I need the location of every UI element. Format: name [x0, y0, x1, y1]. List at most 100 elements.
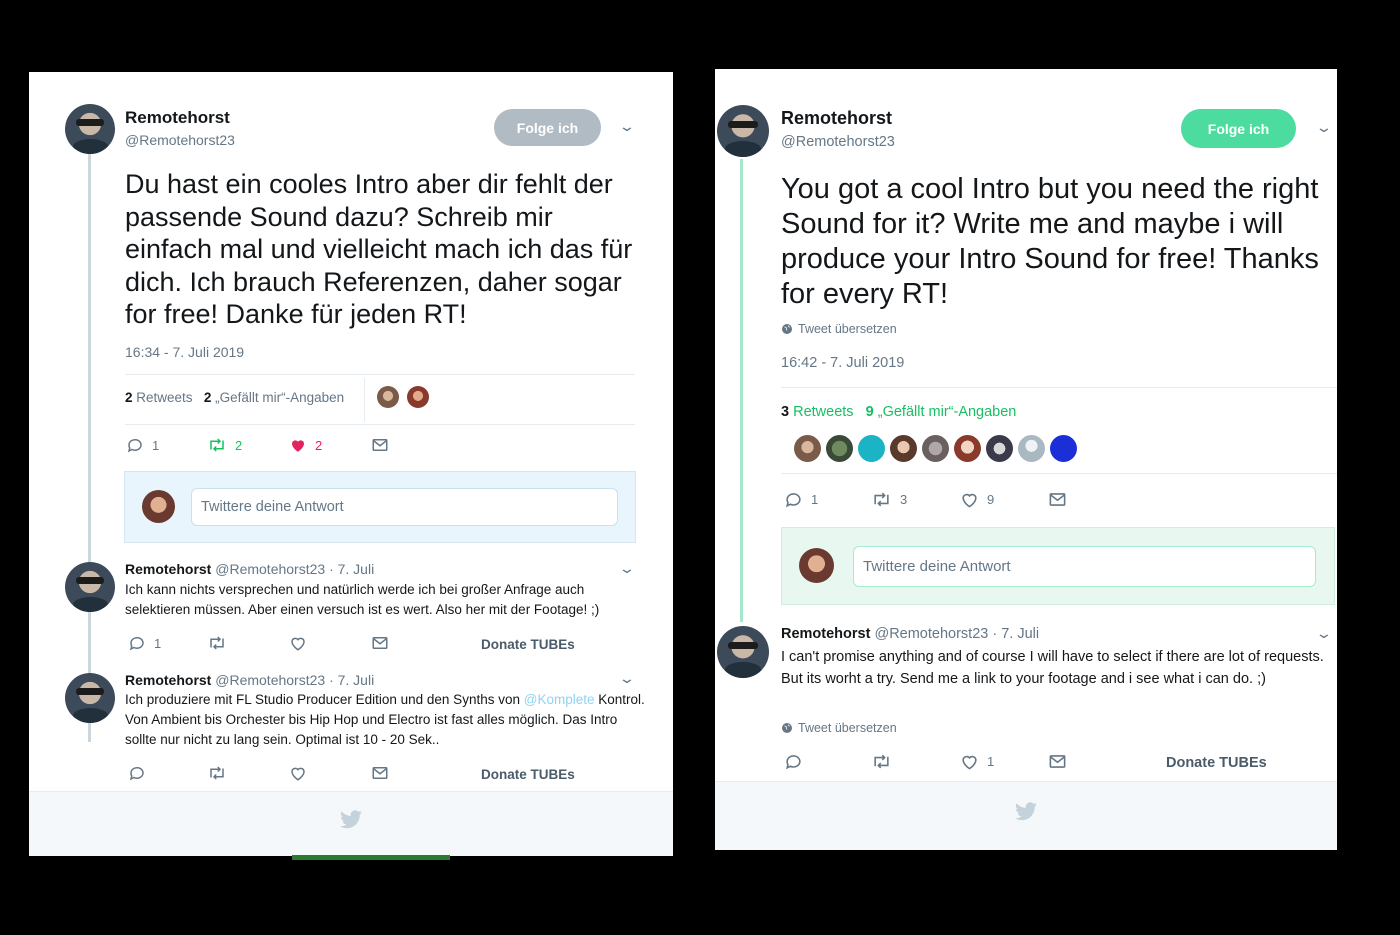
like-action[interactable] — [289, 634, 307, 652]
thread-line — [88, 150, 91, 742]
reply-icon — [785, 755, 801, 770]
heart-icon — [291, 767, 305, 781]
globe-icon — [782, 324, 792, 334]
tweet-timestamp[interactable]: 16:42 - 7. Juli 2019 — [781, 355, 904, 371]
liker-avatar[interactable] — [794, 435, 821, 462]
liker-avatar[interactable] — [954, 435, 981, 462]
reply-icon — [129, 766, 144, 781]
tweet-stats[interactable]: 3 Retweets 9 „Gefällt mir“-Angaben — [781, 404, 1016, 420]
retweet-action[interactable]: 2 — [207, 436, 242, 454]
reply-input[interactable]: Twittere deine Antwort — [853, 546, 1316, 587]
direct-message-action[interactable] — [371, 436, 389, 454]
user-avatar — [142, 490, 175, 523]
retweet-action[interactable] — [207, 634, 227, 652]
retweet-action[interactable]: 3 — [871, 490, 907, 509]
divider — [125, 374, 635, 375]
liker-avatar[interactable] — [1050, 435, 1077, 462]
tweet-card-english: Remotehorst @Remotehorst23 Folge ich ⌄ Y… — [715, 69, 1337, 850]
retweet-icon — [210, 438, 224, 452]
reply-action[interactable]: 1 — [128, 634, 161, 652]
heart-icon — [962, 755, 977, 770]
heart-icon — [962, 493, 977, 508]
tweet-stats[interactable]: 2 Retweets 2 „Gefällt mir“-Angaben — [125, 390, 344, 405]
envelope-icon — [372, 767, 388, 779]
following-button[interactable]: Folge ich — [494, 109, 601, 146]
liker-avatar[interactable] — [407, 386, 429, 408]
following-button[interactable]: Folge ich — [1181, 109, 1296, 148]
reply-action[interactable]: 1 — [784, 490, 818, 509]
tweet-text: You got a cool Intro but you need the ri… — [781, 173, 1319, 310]
direct-message-action[interactable] — [1048, 752, 1067, 771]
liker-avatar[interactable] — [890, 435, 917, 462]
like-action[interactable]: 2 — [289, 436, 322, 454]
direct-message-action[interactable] — [371, 634, 389, 652]
reply-avatar[interactable] — [717, 626, 769, 678]
divider — [781, 473, 1337, 474]
reply-icon — [129, 636, 144, 651]
twitter-bird-icon — [340, 810, 362, 829]
reply-composer: Twittere deine Antwort — [781, 527, 1335, 605]
author-handle[interactable]: @Remotehorst23 — [125, 132, 235, 148]
twitter-bird-icon — [1015, 802, 1037, 821]
translate-tweet-link[interactable]: Tweet übersetzen — [781, 322, 897, 336]
reply-action[interactable] — [784, 752, 803, 771]
retweet-icon — [874, 492, 889, 507]
like-action[interactable] — [289, 764, 307, 782]
liker-avatar[interactable] — [858, 435, 885, 462]
heart-icon — [292, 440, 304, 452]
author-name[interactable]: Remotehorst — [125, 108, 230, 128]
reply-icon — [127, 438, 142, 453]
author-name[interactable]: Remotehorst — [781, 108, 892, 129]
card-footer — [29, 791, 673, 856]
heart-icon — [291, 637, 305, 651]
liker-avatar[interactable] — [922, 435, 949, 462]
donate-tubes-button[interactable]: Donate TUBEs — [481, 637, 575, 652]
reply-avatar[interactable] — [65, 562, 115, 612]
chevron-down-icon[interactable]: ⌄ — [1315, 119, 1333, 136]
donate-tubes-button[interactable]: Donate TUBEs — [481, 767, 575, 782]
chevron-down-icon[interactable]: ⌄ — [1315, 625, 1333, 642]
author-handle[interactable]: @Remotehorst23 — [781, 134, 895, 150]
like-action[interactable]: 9 — [960, 490, 994, 509]
reply-header[interactable]: Remotehorst @Remotehorst23 · 7. Juli — [125, 672, 374, 688]
liker-avatar[interactable] — [377, 386, 399, 408]
direct-message-action[interactable] — [371, 764, 389, 782]
retweet-icon — [210, 766, 224, 780]
author-avatar[interactable] — [717, 105, 769, 157]
direct-message-action[interactable] — [1048, 490, 1067, 509]
background-strip — [292, 855, 450, 860]
chevron-down-icon[interactable]: ⌄ — [618, 118, 636, 135]
chevron-down-icon[interactable]: ⌄ — [618, 560, 636, 577]
reply-action[interactable]: 1 — [126, 436, 159, 454]
tweet-timestamp[interactable]: 16:34 - 7. Juli 2019 — [125, 344, 244, 360]
mention-link[interactable]: @Komplete — [524, 692, 595, 707]
translate-tweet-link[interactable]: Tweet übersetzen — [781, 721, 897, 735]
retweet-action[interactable] — [207, 764, 227, 782]
reply-avatar[interactable] — [65, 673, 115, 723]
donate-tubes-button[interactable]: Donate TUBEs — [1166, 755, 1267, 771]
reply-text: I can't promise anything and of course I… — [781, 649, 1324, 687]
envelope-icon — [1049, 755, 1066, 768]
reply-header[interactable]: Remotehorst @Remotehorst23 · 7. Juli — [125, 561, 374, 577]
reply-header[interactable]: Remotehorst @Remotehorst23 · 7. Juli — [781, 626, 1039, 642]
retweet-icon — [874, 754, 889, 769]
liker-avatar[interactable] — [986, 435, 1013, 462]
liker-avatar[interactable] — [826, 435, 853, 462]
tweet-card-german: Remotehorst @Remotehorst23 Folge ich ⌄ D… — [29, 72, 673, 856]
author-avatar[interactable] — [65, 104, 115, 154]
reply-text: Ich kann nichts versprechen und natürlic… — [125, 582, 600, 617]
divider — [125, 424, 635, 425]
envelope-icon — [1049, 493, 1066, 506]
liker-avatar[interactable] — [1018, 435, 1045, 462]
reply-action[interactable] — [128, 764, 146, 782]
reply-input[interactable]: Twittere deine Antwort — [191, 488, 618, 526]
like-action[interactable]: 1 — [960, 752, 994, 771]
chevron-down-icon[interactable]: ⌄ — [618, 670, 636, 687]
reply-composer: Twittere deine Antwort — [124, 471, 636, 543]
globe-icon — [782, 723, 792, 733]
thread-line — [740, 159, 743, 622]
retweet-action[interactable] — [871, 752, 892, 771]
reply-text: Ich produziere mit FL Studio Producer Ed… — [125, 692, 645, 747]
user-avatar — [799, 548, 834, 583]
card-footer — [715, 781, 1337, 850]
